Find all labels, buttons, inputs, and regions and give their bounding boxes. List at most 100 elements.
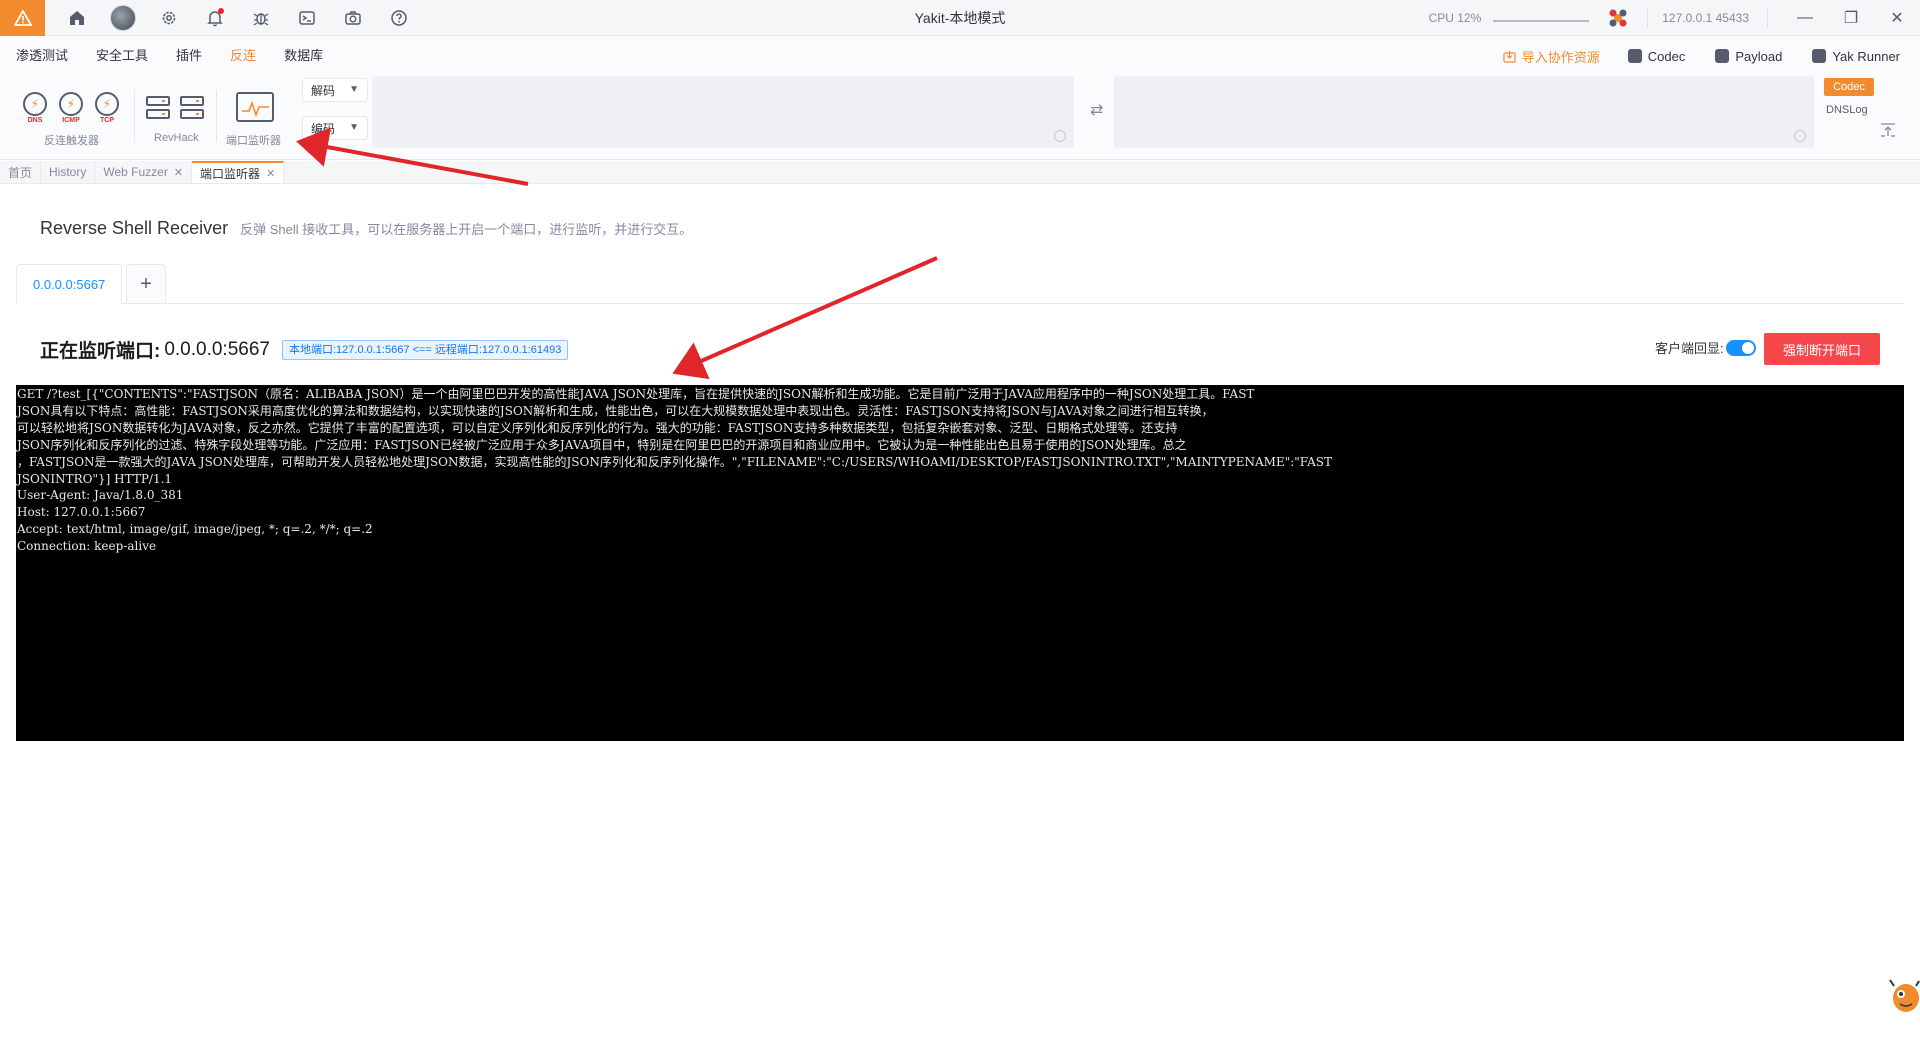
notification-dot <box>218 7 224 14</box>
port-mapping-tag: 本地端口:127.0.0.1:5667 <== 远程端口:127.0.0.1:6… <box>281 339 569 360</box>
tab-history-label: History <box>49 165 87 179</box>
decode-select[interactable]: 解码 ▼ <box>302 78 368 102</box>
engine-icon[interactable] <box>1607 7 1629 29</box>
cpu-usage: CPU 12% <box>1428 11 1482 25</box>
page-tabs: 首页 History Web Fuzzer ✕ 端口监听器 ✕ <box>0 161 1920 184</box>
cpu-sparkline <box>1493 20 1590 22</box>
import-resources-label: 导入协作资源 <box>1521 49 1600 65</box>
yak-runner-icon <box>1812 49 1827 63</box>
help-icon[interactable] <box>377 0 421 36</box>
codec-icon <box>1627 49 1642 63</box>
codec-output-box[interactable] <box>1114 76 1814 148</box>
port-listener-icon <box>236 92 274 122</box>
port-listener-caption: 端口监听器 <box>226 135 281 147</box>
close-icon[interactable]: ✕ <box>266 167 275 180</box>
encode-select-value: 编码 <box>311 121 336 136</box>
client-echo-toggle[interactable] <box>1725 339 1756 356</box>
bug-icon[interactable] <box>239 0 283 36</box>
connection-tab[interactable]: 0.0.0.0:5667 <box>16 264 123 304</box>
title-bar: Yakit-本地模式 CPU 12% 127.0.0.1 45433 — ❐ ✕ <box>0 0 1920 36</box>
menu-item-plugins[interactable]: 插件 <box>162 36 216 76</box>
tab-port-listener[interactable]: 端口监听器 ✕ <box>192 161 285 183</box>
page-heading: Reverse Shell Receiver 反弹 Shell 接收工具，可以在… <box>40 218 692 239</box>
lightning-icon: ⚡ <box>95 92 119 116</box>
dns-trigger-button[interactable]: ⚡ DNS <box>20 92 50 126</box>
tab-home[interactable]: 首页 <box>0 161 42 183</box>
terminal-output[interactable]: GET /?test_[{"CONTENTS":"FASTJSON（原名：ALI… <box>16 385 1904 741</box>
reverse-trigger-caption: 反连触发器 <box>44 135 99 147</box>
gear-icon[interactable] <box>147 0 191 36</box>
menu-item-pentest[interactable]: 渗透测试 <box>0 36 82 76</box>
swap-icon[interactable]: ⇄ <box>1090 100 1103 120</box>
codec-tool-label: Codec <box>1647 48 1686 64</box>
page-title: Reverse Shell Receiver <box>40 218 229 238</box>
server-icon <box>144 92 172 122</box>
collapse-ribbon-icon[interactable] <box>1880 122 1896 138</box>
tab-home-label: 首页 <box>8 165 33 180</box>
client-echo-label: 客户端回显: <box>1655 341 1724 356</box>
yak-runner-button[interactable]: Yak Runner <box>1802 43 1910 69</box>
bell-icon[interactable] <box>193 0 237 36</box>
engine-address: 127.0.0.1 45433 <box>1662 11 1749 25</box>
divider <box>1767 8 1768 28</box>
add-connection-button[interactable]: + <box>126 264 166 304</box>
page-description: 反弹 Shell 接收工具，可以在服务器上开启一个端口，进行监听，并进行交互。 <box>240 222 693 237</box>
restore-button[interactable]: ❐ <box>1828 0 1874 36</box>
expand-icon[interactable] <box>1054 130 1066 142</box>
tcp-trigger-label: TCP <box>100 117 114 124</box>
payload-icon <box>1715 49 1730 63</box>
port-listener-group[interactable]: 端口监听器 <box>226 76 286 160</box>
lightning-icon: ⚡ <box>59 92 83 116</box>
tab-web-fuzzer-label: Web Fuzzer <box>103 165 168 179</box>
divider <box>1647 8 1649 28</box>
menu-item-database[interactable]: 数据库 <box>270 36 337 76</box>
codec-tool-button[interactable]: Codec <box>1618 43 1696 69</box>
divider <box>134 90 135 142</box>
home-icon[interactable] <box>55 0 99 36</box>
yakit-logo-icon[interactable] <box>0 0 45 36</box>
force-disconnect-button[interactable]: 强制断开端口 <box>1764 333 1880 365</box>
revhack-caption: RevHack <box>154 132 199 144</box>
camera-icon[interactable] <box>331 0 375 36</box>
lightning-icon: ⚡ <box>23 92 47 116</box>
dns-trigger-label: DNS <box>27 117 43 124</box>
chevron-down-icon: ▼ <box>349 84 359 95</box>
divider <box>216 90 217 142</box>
reverse-trigger-group: ⚡ DNS ⚡ ICMP ⚡ TCP 反连触发器 <box>20 76 140 160</box>
decode-select-value: 解码 <box>311 83 336 98</box>
import-resources-link[interactable]: 导入协作资源 <box>1503 47 1600 66</box>
payload-tool-label: Payload <box>1735 48 1783 64</box>
yak-mascot-icon[interactable] <box>1888 976 1920 1016</box>
menu-bar: 渗透测试 安全工具 插件 反连 数据库 导入协作资源 Codec Payload… <box>0 36 1920 76</box>
yak-runner-label: Yak Runner <box>1832 48 1900 64</box>
chevron-down-icon: ▼ <box>349 122 359 133</box>
listening-label: 正在监听端口: <box>40 341 161 362</box>
tab-history[interactable]: History <box>41 161 96 183</box>
minimize-button[interactable]: — <box>1782 0 1828 36</box>
close-button[interactable]: ✕ <box>1874 0 1920 36</box>
close-icon[interactable]: ✕ <box>174 166 183 179</box>
tab-port-listener-label: 端口监听器 <box>200 166 261 181</box>
encode-select[interactable]: 编码 ▼ <box>302 116 368 140</box>
icmp-trigger-label: ICMP <box>62 117 80 124</box>
revhack-group[interactable]: RevHack <box>144 76 210 160</box>
menu-item-reverse[interactable]: 反连 <box>216 36 270 76</box>
server-icon <box>178 92 206 122</box>
dnslog-link[interactable]: DNSLog <box>1826 104 1868 116</box>
terminal-text: GET /?test_[{"CONTENTS":"FASTJSON（原名：ALI… <box>17 387 1332 554</box>
terminal-icon[interactable] <box>285 0 329 36</box>
tab-web-fuzzer[interactable]: Web Fuzzer ✕ <box>95 161 193 183</box>
payload-tool-button[interactable]: Payload <box>1705 43 1792 69</box>
avatar[interactable] <box>101 0 145 36</box>
client-echo-control: 客户端回显: <box>1655 338 1756 357</box>
listening-address: 0.0.0.0:5667 <box>164 338 270 360</box>
codec-input-box[interactable] <box>372 76 1074 148</box>
listening-status: 正在监听端口: 0.0.0.0:5667 本地端口:127.0.0.1:5667… <box>40 336 569 363</box>
expand-icon[interactable] <box>1794 130 1806 142</box>
ribbon-toolbar: ⚡ DNS ⚡ ICMP ⚡ TCP 反连触发器 RevHack 端口监听器 解码 ▼ … <box>0 76 1920 160</box>
tcp-trigger-button[interactable]: ⚡ TCP <box>92 92 122 126</box>
import-icon <box>1503 50 1516 63</box>
icmp-trigger-button[interactable]: ⚡ ICMP <box>56 92 86 126</box>
menu-item-security-tools[interactable]: 安全工具 <box>82 36 162 76</box>
codec-badge[interactable]: Codec <box>1824 78 1874 96</box>
